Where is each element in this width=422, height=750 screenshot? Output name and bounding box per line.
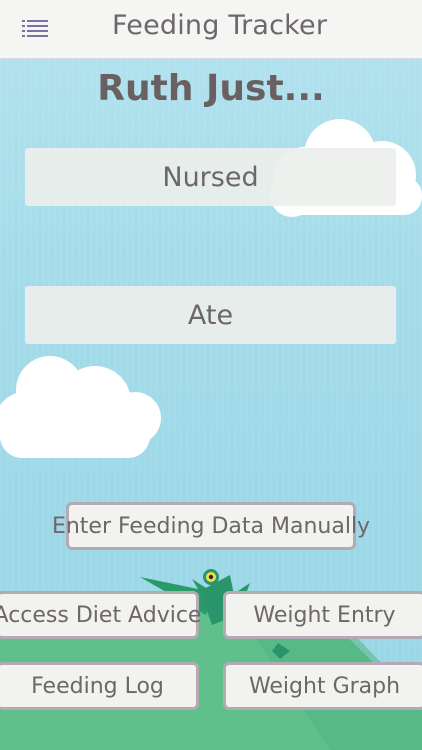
access-diet-advice-button[interactable]: Access Diet Advice	[0, 591, 201, 639]
list-menu-icon[interactable]	[22, 19, 48, 39]
nursed-button[interactable]: Nursed	[25, 148, 396, 206]
weight-graph-button[interactable]: Weight Graph	[223, 662, 422, 710]
enter-feeding-manually-button[interactable]: Enter Feeding Data Manually	[52, 502, 370, 550]
weight-entry-button[interactable]: Weight Entry	[223, 591, 422, 639]
cloud-left	[0, 356, 161, 458]
feeding-log-button[interactable]: Feeding Log	[0, 662, 199, 710]
app-title: Feeding Tracker	[112, 10, 328, 41]
page-heading: Ruth Just...	[97, 68, 325, 109]
ate-button[interactable]: Ate	[25, 286, 396, 344]
top-bar: Feeding Tracker	[0, 0, 422, 59]
